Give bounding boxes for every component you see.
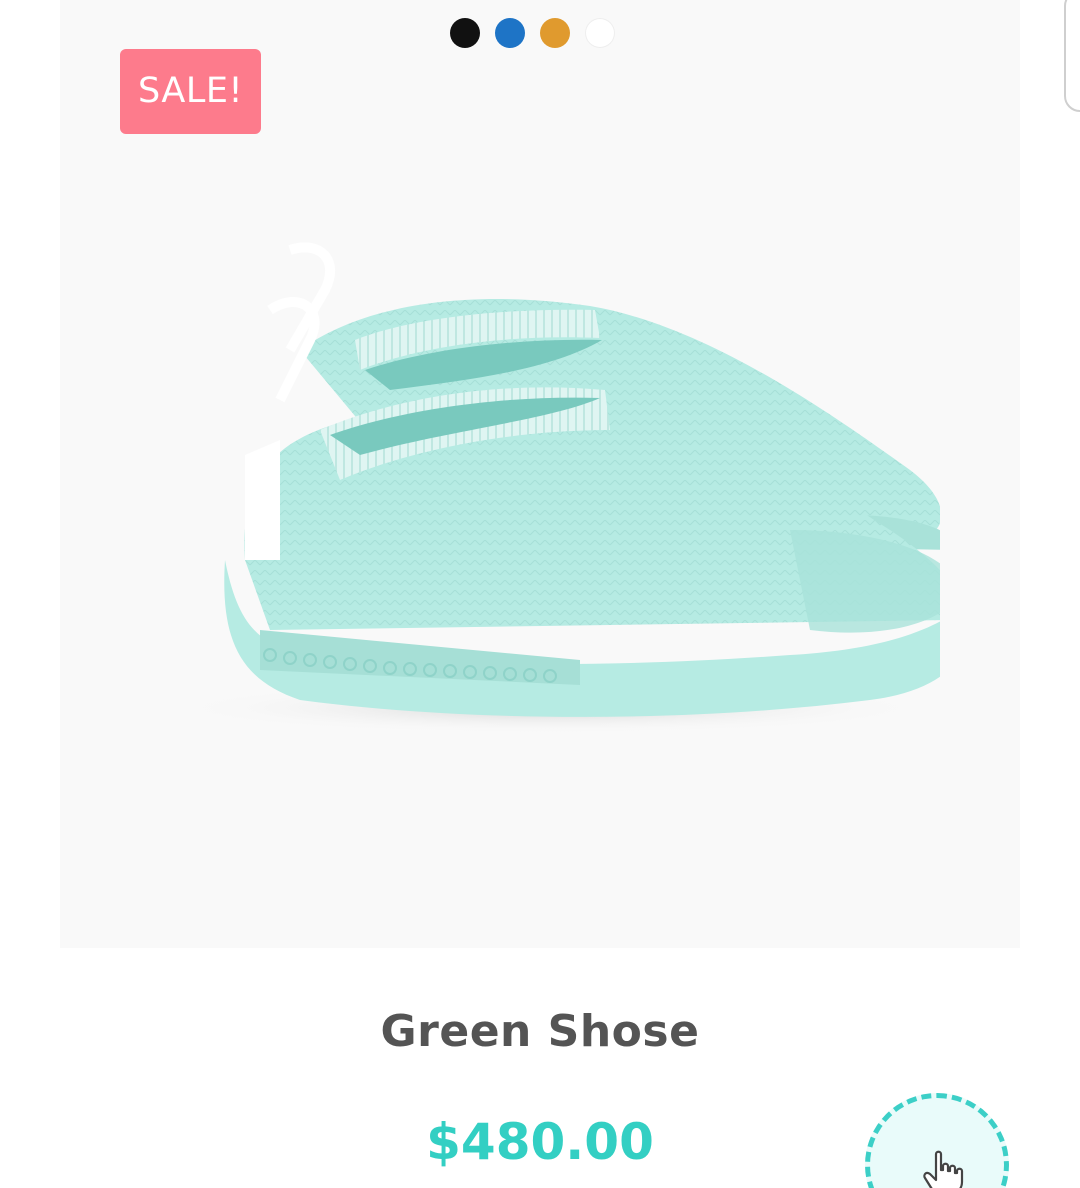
color-swatches [450, 18, 615, 48]
adjacent-card-edge [1064, 0, 1080, 112]
sale-badge: SALE! [120, 49, 261, 134]
swatch-black[interactable] [450, 18, 480, 48]
product-page: SALE! Green Shose $480.00 [0, 0, 1080, 1188]
swatch-white[interactable] [585, 18, 615, 48]
product-title[interactable]: Green Shose [60, 1006, 1020, 1057]
pointer-hand-icon [923, 1150, 964, 1188]
sneaker-image[interactable] [150, 230, 940, 750]
swatch-orange[interactable] [540, 18, 570, 48]
swatch-blue[interactable] [495, 18, 525, 48]
product-card[interactable]: SALE! Green Shose $480.00 [60, 0, 1020, 1188]
product-image-area[interactable]: SALE! [60, 0, 1020, 948]
